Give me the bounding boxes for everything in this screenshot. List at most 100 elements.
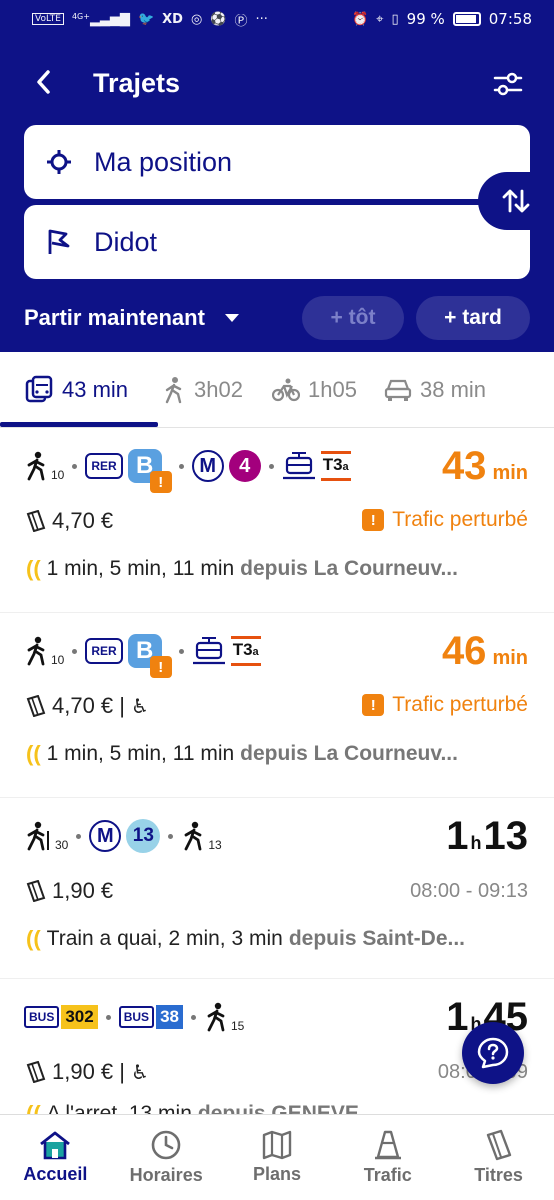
separator-dot [178,463,184,469]
separator-dot [72,463,78,469]
realtime-icon: (( [26,926,41,951]
origin-field[interactable]: Ma position [24,125,530,199]
filter-button[interactable] [488,64,528,104]
walk-icon [184,821,202,851]
line-badge-metro-4: 4 [228,450,261,482]
price-value: 1,90 € [52,878,114,903]
hike-icon [27,821,49,851]
tab-walk[interactable]: 3h02 [162,352,243,428]
warning-icon: ! [149,656,172,678]
tab-car[interactable]: 38 min [384,352,486,428]
volte-icon: VoLTE [32,13,64,25]
realtime-times: Train a quai, 2 min, 3 min [46,927,283,950]
walk-icon [27,451,45,481]
bus-line-38: BUS 38 [118,1005,183,1029]
separator-dot [76,833,82,839]
line-badge-rer-b: B! [127,634,172,678]
status-left: VoLTE 4G+▂▃▅▇ 🐦 XD ◎ ⚽ Ⓟ ··· [32,10,268,29]
departure-row: Partir maintenant + tôt + tard [24,296,530,340]
price-value: 1,90 € | [52,1059,125,1084]
help-chat-button[interactable] [462,1022,524,1084]
walk-minutes: 13 [208,838,222,852]
duration-hours: 1 [446,995,469,1039]
realtime-icon: (( [26,1101,41,1114]
pinterest-icon: Ⓟ [234,13,248,29]
earlier-button[interactable]: + tôt [302,296,404,340]
journey-card[interactable]: 30 M 13 13 1 h 13 1,90 € 08:00 - 09:13 (… [0,798,554,978]
traffic-status-label: Trafic perturbé [392,508,528,531]
more-icon: ··· [255,11,268,27]
network-generation: 4G+ [71,11,90,21]
destination-field[interactable]: Didot [24,205,530,279]
journey-price: 1,90 € [26,878,113,904]
ticket-icon [26,880,46,902]
traffic-status-label: Trafic perturbé [392,693,528,716]
nav-schedules[interactable]: Horaires [111,1115,222,1200]
tram-line-label: T3 [322,455,343,474]
status-bar: VoLTE 4G+▂▃▅▇ 🐦 XD ◎ ⚽ Ⓟ ··· ⏰ ⌖ ▯ 99 % … [0,0,554,38]
tram-icon [282,452,315,480]
duration-unit: min [492,462,528,484]
tram-line-label: T3 [232,640,253,659]
tab-public-transport-label: 43 min [62,377,129,402]
separator-dot [268,463,274,469]
realtime-stop: depuis Saint-De... [288,927,466,950]
ticket-icon [26,510,46,532]
nav-tickets[interactable]: Titres [443,1115,554,1200]
bus-line-302: BUS 302 [24,1005,98,1029]
departure-select[interactable]: Partir maintenant [24,305,239,331]
journey-price: 4,70 € [26,508,113,534]
tram-line-suffix: a [342,461,349,473]
top-bar: Trajets [0,56,554,112]
journey-duration: 46 min [442,629,528,674]
destination-value: Didot [94,226,158,257]
realtime-info: (( 1 min, 5 min, 11 min depuis La Courne… [26,556,458,582]
instagram-icon: ◎ [190,11,203,27]
warning-icon: ! [362,509,385,531]
tram-line-suffix: a [252,646,259,658]
chevron-left-icon [37,70,50,94]
tab-bike[interactable]: 1h05 [272,352,357,428]
metro-badge: M [89,820,122,852]
nav-home[interactable]: Accueil [0,1115,111,1200]
journey-list[interactable]: 10 RER B! M 4 T3a 43 min 4,70 € ! Trafic… [0,428,554,1114]
tab-walk-label: 3h02 [194,377,243,402]
nav-maps[interactable]: Plans [222,1115,333,1200]
bus-badge: BUS [118,1006,155,1028]
nav-traffic-label: Trafic [363,1165,412,1185]
cone-icon [374,1130,401,1160]
journey-card[interactable]: 10 RER B! M 4 T3a 43 min 4,70 € ! Trafic… [0,428,554,612]
later-button[interactable]: + tard [416,296,530,340]
car-icon [384,379,412,401]
walk-minutes: 15 [230,1019,245,1033]
back-button[interactable] [24,62,64,102]
caret-down-icon [224,314,239,322]
separator-dot [105,1014,111,1020]
traffic-status: ! Trafic perturbé [362,693,528,717]
separator-dot [72,648,78,654]
nav-schedules-label: Horaires [129,1165,203,1185]
duration-value: 43 [441,444,487,488]
tab-bike-label: 1h05 [308,377,357,402]
nav-home-label: Accueil [23,1164,88,1184]
journey-times: 08:00 - 09:13 [410,880,528,902]
line-badge-rer-b: B! [127,449,172,493]
realtime-stop: depuis La Courneuv... [240,742,458,765]
realtime-icon: (( [26,741,41,766]
ticket-icon [26,695,46,717]
separator-dot [178,648,184,654]
twitter-icon: 🐦 [137,11,155,27]
journey-legs: BUS 302 BUS 38 15 [24,997,244,1037]
tab-public-transport[interactable]: 43 min [24,352,128,428]
swap-button[interactable] [478,172,554,230]
nav-traffic[interactable]: Trafic [332,1115,443,1200]
metro-badge: M [191,450,224,482]
chat-question-icon [477,1037,509,1069]
journey-card[interactable]: 10 RER B! T3a 46 min 4,70 € | ♿ ! Trafic… [0,613,554,797]
journey-legs: 30 M 13 13 [24,816,222,856]
walk-icon [27,636,45,666]
origin-value: Ma position [94,146,233,177]
journey-price: 4,70 € | ♿ [26,693,149,719]
crosshair-icon [24,149,94,175]
tab-car-label: 38 min [420,377,487,402]
